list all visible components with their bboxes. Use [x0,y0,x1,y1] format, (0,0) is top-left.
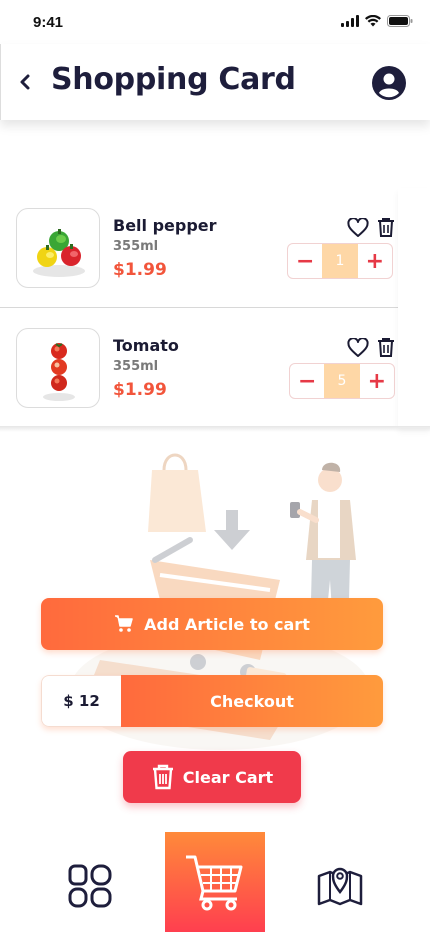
list-edge [398,188,430,428]
product-size: 355ml [113,359,159,374]
cart-item: Bell pepper 355ml $1.99 − 1 + [0,188,398,308]
add-article-label: Add Article to cart [144,614,310,634]
battery-icon [387,15,413,27]
product-price: $1.99 [113,380,167,400]
status-bar: 9:41 [0,0,430,44]
decrease-button[interactable]: − [290,364,324,398]
product-price: $1.99 [113,260,167,280]
map-icon [317,867,363,906]
checkout-bar: $ 12 Checkout [41,675,383,727]
product-name: Bell pepper [113,216,217,235]
back-button[interactable] [15,70,37,94]
product-size: 355ml [113,239,159,254]
product-image [16,328,100,408]
favorite-button[interactable] [347,337,369,358]
cart-item: Tomato 355ml $1.99 − 5 + [0,308,398,428]
user-avatar-icon [372,66,406,100]
heart-icon [347,337,369,357]
nav-cart[interactable] [165,832,265,932]
add-article-button[interactable]: Add Article to cart [41,598,383,650]
bell-pepper-image [33,229,85,277]
list-shadow [0,426,430,432]
quantity-stepper: − 1 + [287,243,393,279]
trash-icon [378,338,394,357]
increase-button[interactable]: + [360,364,394,398]
nav-map[interactable] [316,862,364,908]
decrease-button[interactable]: − [288,244,322,278]
status-time: 9:41 [33,14,64,31]
bottom-navigation [0,832,430,932]
tomato-image [43,343,75,401]
cart-list: Bell pepper 355ml $1.99 − 1 + Tomato 355… [0,188,430,432]
heart-icon [347,217,369,237]
back-icon [20,74,30,90]
signal-icon [341,15,359,27]
profile-button[interactable] [372,66,406,100]
shopping-cart-icon [186,855,243,911]
cart-icon [115,615,133,632]
favorite-button[interactable] [347,217,369,238]
quantity-value: 1 [322,244,358,278]
clear-cart-label: Clear Cart [182,767,274,787]
cart-total: $ 12 [41,675,121,727]
increase-button[interactable]: + [358,244,392,278]
quantity-stepper: − 5 + [289,363,395,399]
product-name: Tomato [113,336,179,355]
checkout-button[interactable]: Checkout [121,675,383,727]
wifi-icon [365,15,381,27]
page-title: Shopping Card [51,62,296,97]
product-image [16,208,100,288]
quantity-value: 5 [324,364,360,398]
status-icons [341,15,413,27]
remove-item-button[interactable] [377,217,395,237]
trash-icon [152,764,173,790]
clear-cart-button[interactable]: Clear Cart [123,751,301,803]
trash-icon [378,218,394,237]
remove-item-button[interactable] [377,337,395,357]
nav-categories[interactable] [66,862,114,910]
categories-icon [68,864,112,908]
app-header: Shopping Card [0,44,430,120]
